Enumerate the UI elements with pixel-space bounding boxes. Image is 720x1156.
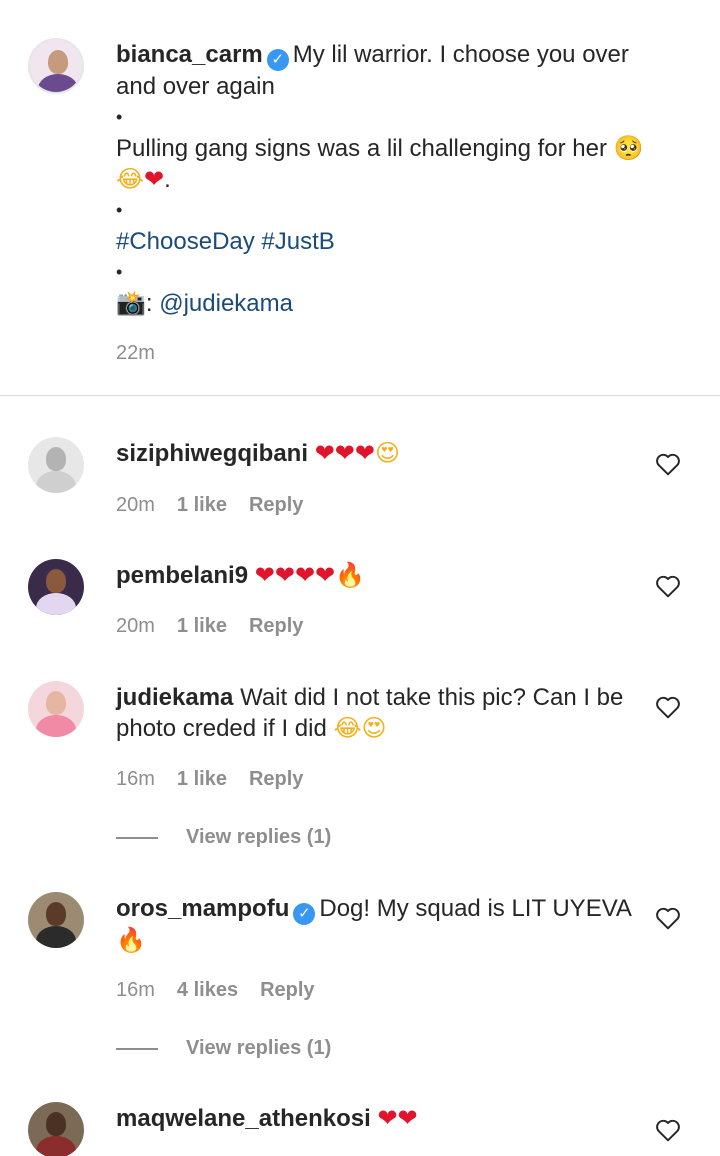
comment-username[interactable]: pembelani9: [116, 562, 248, 589]
comment-likes[interactable]: 4 likes: [177, 979, 238, 1001]
comment-avatar[interactable]: [28, 681, 84, 737]
heart-emoji-icon: ❤: [314, 439, 335, 467]
view-replies-label: View replies (1): [186, 826, 332, 848]
heart-emoji-icon: ❤: [144, 165, 165, 193]
verified-badge-icon: ✓: [293, 903, 316, 925]
comment-text: maqwelane_athenkosi ❤❤: [116, 1103, 656, 1134]
heart-emoji-icon: ❤: [354, 439, 376, 467]
comment-body: Dog! My squad is LIT UYEVA: [319, 895, 632, 922]
caption-avatar[interactable]: [28, 38, 84, 94]
comment-time: 16m: [116, 979, 155, 1001]
comment-time: 20m: [116, 615, 155, 637]
comment-avatar[interactable]: [28, 892, 84, 948]
heart-outline-icon[interactable]: [655, 906, 681, 930]
comment-text: oros_mampofu ✓ Dog! My squad is LIT UYEVA …: [116, 893, 656, 956]
comment-time: 20m: [116, 494, 155, 516]
caption-line2: Pulling gang signs was a lil challenging…: [116, 135, 607, 162]
mention-judiekama[interactable]: @judiekama: [159, 290, 293, 317]
camera-emoji-icon: 📸: [116, 289, 146, 317]
comment-username[interactable]: oros_mampofu: [116, 895, 289, 922]
credit-prefix: :: [145, 290, 153, 317]
comment-likes[interactable]: 1 like: [177, 494, 227, 516]
heart-emoji-icon: ❤: [294, 561, 316, 589]
caption-username[interactable]: bianca_carm: [116, 41, 263, 68]
laugh-emoji-icon: 😂: [333, 714, 362, 742]
comment-avatar[interactable]: [28, 559, 84, 615]
reply-button[interactable]: Reply: [260, 979, 314, 1001]
comment-avatar[interactable]: [28, 437, 84, 493]
divider: [0, 395, 720, 396]
comments-page: bianca_carm ✓ My lil warrior. I choose you…: [0, 0, 720, 1156]
heart-emoji-icon: ❤: [334, 439, 355, 467]
replies-line: [116, 1047, 158, 1050]
reply-button[interactable]: Reply: [249, 615, 303, 637]
heart-emoji-icon: ❤: [315, 561, 336, 589]
comment-meta: 16m 4 likes Reply: [116, 979, 315, 1002]
bullet: •: [116, 107, 123, 127]
heart-emoji-icon: ❤: [274, 561, 295, 589]
reply-button[interactable]: Reply: [249, 768, 303, 790]
comment-username[interactable]: maqwelane_athenkosi: [116, 1105, 371, 1132]
heart-outline-icon[interactable]: [655, 695, 681, 719]
caption-meta: 22m: [116, 342, 177, 365]
heart-emoji-icon: ❤: [254, 561, 275, 589]
comment-username[interactable]: judiekama: [116, 684, 233, 711]
fire-emoji-icon: 🔥: [335, 561, 366, 589]
pleading-emoji-icon: 🥺: [613, 134, 644, 162]
comment-text: pembelani9 ❤❤❤❤🔥: [116, 560, 656, 591]
heart-outline-icon[interactable]: [655, 452, 681, 476]
view-replies-button[interactable]: View replies (1): [116, 1037, 331, 1061]
fire-emoji-icon: 🔥: [116, 926, 146, 954]
verified-badge-icon: ✓: [266, 49, 289, 71]
heart-emoji-icon: ❤: [377, 1104, 398, 1132]
heart-emoji-icon: ❤: [397, 1104, 418, 1132]
comment-text: siziphiwegqibani ❤❤❤😍: [116, 438, 656, 469]
replies-line: [116, 836, 158, 839]
caption-line2-end: .: [164, 166, 171, 193]
hashtag-just-b[interactable]: #JustB: [261, 228, 334, 255]
laugh-emoji-icon: 😂: [116, 165, 145, 193]
view-replies-label: View replies (1): [186, 1037, 332, 1059]
comment-time: 16m: [116, 768, 155, 790]
heart-outline-icon[interactable]: [655, 574, 681, 598]
comment-likes[interactable]: 1 like: [177, 615, 227, 637]
hashtag-choose-day[interactable]: #ChooseDay: [116, 228, 255, 255]
comment-likes[interactable]: 1 like: [177, 768, 227, 790]
comment-username[interactable]: siziphiwegqibani: [116, 440, 308, 467]
bullet: •: [116, 200, 123, 220]
bullet: •: [116, 262, 123, 282]
comment-meta: 20m 1 like Reply: [116, 494, 303, 517]
comment-meta: 20m 1 like Reply: [116, 615, 303, 638]
heart-eyes-emoji-icon: 😍: [375, 439, 401, 467]
comment-avatar[interactable]: [28, 1102, 84, 1156]
heart-outline-icon[interactable]: [655, 1118, 681, 1142]
heart-eyes-emoji-icon: 😍: [361, 714, 387, 742]
caption-text: bianca_carm ✓ My lil warrior. I choose you…: [116, 39, 656, 319]
caption-time: 22m: [116, 342, 155, 364]
comment-text: judiekama Wait did I not take this pic? …: [116, 682, 656, 744]
view-replies-button[interactable]: View replies (1): [116, 826, 331, 850]
comment-meta: 16m 1 like Reply: [116, 768, 303, 791]
reply-button[interactable]: Reply: [249, 494, 303, 516]
